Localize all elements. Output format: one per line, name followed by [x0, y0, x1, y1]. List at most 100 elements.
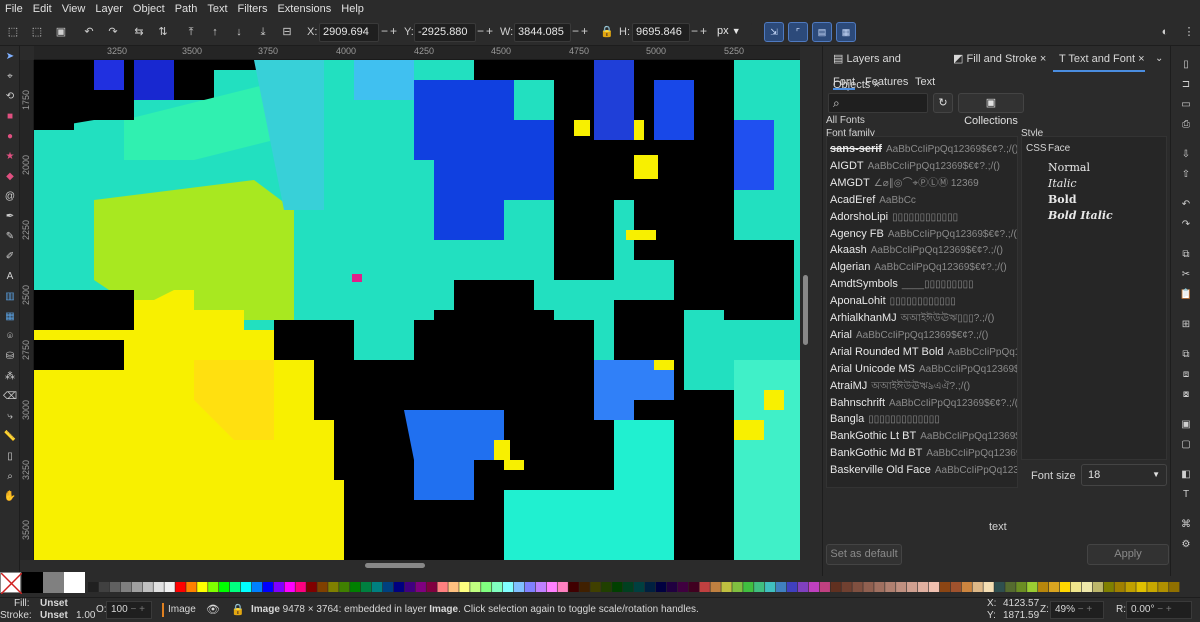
color-swatch[interactable]	[1125, 582, 1136, 592]
color-swatch[interactable]	[677, 582, 688, 592]
measure-tool-icon[interactable]: 📏	[3, 430, 17, 444]
color-swatch[interactable]	[208, 582, 219, 592]
rotation-field[interactable]: 0.00° − +	[1126, 601, 1192, 619]
color-swatch[interactable]	[142, 582, 153, 592]
color-swatch[interactable]	[939, 582, 951, 592]
export-icon[interactable]: ⇧	[1179, 168, 1193, 182]
color-swatch[interactable]	[983, 582, 994, 592]
x-decrement-button[interactable]: −	[381, 24, 388, 38]
color-swatch[interactable]	[382, 582, 394, 592]
color-swatch[interactable]	[623, 582, 634, 592]
color-swatch[interactable]	[229, 582, 241, 592]
color-swatch[interactable]	[513, 582, 525, 592]
color-swatch[interactable]	[284, 582, 295, 592]
no-paint-swatch[interactable]	[0, 572, 23, 595]
color-swatch[interactable]	[732, 582, 743, 592]
font-list-item[interactable]: Bangla ▯▯▯▯▯▯▯▯▯▯▯▯▯	[830, 411, 940, 428]
scale-corners-button[interactable]: ⌜	[788, 22, 808, 42]
height-field[interactable]: 9695.846	[632, 23, 690, 42]
pencil-tool-icon[interactable]: ✎	[3, 230, 17, 244]
subtab-font[interactable]: Font	[833, 74, 856, 90]
chevron-down-icon[interactable]: ⌄	[1155, 53, 1163, 64]
vertical-scroll-thumb[interactable]	[803, 275, 808, 345]
menu-help[interactable]: Help	[336, 0, 369, 19]
color-swatch[interactable]	[262, 582, 274, 592]
canvas[interactable]	[34, 60, 800, 560]
color-swatch[interactable]	[371, 582, 383, 592]
color-swatch[interactable]	[754, 582, 765, 592]
color-swatch[interactable]	[765, 582, 776, 592]
paste-icon[interactable]: 📋	[1179, 288, 1193, 302]
gradient-tool-icon[interactable]: ▥	[3, 290, 17, 304]
subtab-text[interactable]: Text	[915, 74, 935, 90]
color-swatch[interactable]	[295, 582, 306, 592]
pan-tool-icon[interactable]: ✋	[3, 490, 17, 504]
zoom-tool-icon[interactable]: ⌕	[3, 470, 17, 484]
style-normal[interactable]: Normal	[1048, 161, 1090, 174]
color-swatch[interactable]	[219, 582, 230, 592]
color-swatch[interactable]	[502, 582, 514, 592]
dropper-tool-icon[interactable]: ⌾	[3, 330, 17, 344]
font-list-item[interactable]: Bahnschrift AaBbCcIiPpQq12369$€¢?.;/()	[830, 395, 1017, 412]
color-swatch[interactable]	[88, 582, 99, 592]
pages-tool-icon[interactable]: ▯	[3, 450, 17, 464]
menu-layer[interactable]: Layer	[90, 0, 128, 19]
color-swatch[interactable]	[699, 582, 710, 592]
color-swatch[interactable]	[492, 582, 503, 592]
font-style-list[interactable]: CSS Face Normal Italic Bold Bold Italic	[1021, 136, 1167, 460]
raise-to-top-icon[interactable]: ⤒	[184, 25, 198, 39]
rectangle-tool-icon[interactable]: ■	[3, 110, 17, 124]
stroke-width[interactable]: 1.00	[76, 610, 95, 621]
color-swatch[interactable]	[448, 582, 459, 592]
color-swatch[interactable]	[907, 582, 918, 592]
text-tool-icon[interactable]: A	[3, 270, 17, 284]
font-list-item[interactable]: Agency FB AaBbCcIiPpQq12369$€¢?.;/()	[830, 226, 1017, 243]
move-patterns-button[interactable]: ▦	[836, 22, 856, 42]
color-swatch[interactable]	[721, 582, 732, 592]
color-swatch[interactable]	[317, 582, 328, 592]
font-list-item[interactable]: BankGothic Lt BTAaBbCcIiPpQq12369$€¢?.;/	[830, 428, 1017, 445]
subtab-features[interactable]: Features	[865, 74, 908, 90]
stroke-value[interactable]: Unset	[40, 610, 68, 621]
color-swatch[interactable]	[1005, 582, 1016, 592]
flip-horizontal-icon[interactable]: ⇆	[132, 25, 146, 39]
pen-tool-icon[interactable]: ✒	[3, 210, 17, 224]
color-swatch[interactable]	[557, 582, 568, 592]
h-increment-button[interactable]: +	[700, 24, 707, 38]
color-swatch[interactable]	[775, 582, 787, 592]
group-icon[interactable]: ▣	[1179, 418, 1193, 432]
font-list-item[interactable]: Baskerville Old FaceAaBbCcIiPpQq12369$€¢…	[830, 462, 1017, 479]
color-swatch[interactable]	[426, 582, 437, 592]
save-icon[interactable]: ▭	[1179, 98, 1193, 112]
w-decrement-button[interactable]: −	[572, 24, 579, 38]
font-search-input[interactable]: ⌕	[828, 93, 928, 113]
font-list-item[interactable]: sans-serif AaBbCcIiPpQq12369$€¢?.;/()	[830, 141, 1017, 158]
print-icon[interactable]: ⎙	[1179, 118, 1193, 132]
color-swatch[interactable]	[896, 582, 907, 592]
clone-icon[interactable]: ⧈	[1179, 368, 1193, 382]
lower-to-bottom-icon[interactable]: ⤓	[256, 25, 270, 39]
apply-button[interactable]: Apply	[1087, 544, 1169, 565]
color-swatch[interactable]	[688, 582, 699, 592]
color-swatch[interactable]	[743, 582, 754, 592]
w-increment-button[interactable]: +	[581, 24, 588, 38]
menu-file[interactable]: File	[0, 0, 28, 19]
mesh-tool-icon[interactable]: ▦	[3, 310, 17, 324]
color-swatch[interactable]	[928, 582, 940, 592]
font-list-item[interactable]: Arial Unicode MSAaBbCcIiPpQq12369$€¢?.	[830, 361, 1017, 378]
redo-icon[interactable]: ↷	[1179, 218, 1193, 232]
node-tool-icon[interactable]: ⌖	[3, 70, 17, 84]
font-family-list[interactable]: sans-serif AaBbCcIiPpQq12369$€¢?.;/() AIGD…	[826, 136, 1018, 488]
color-swatch[interactable]	[1048, 582, 1060, 592]
color-swatch[interactable]	[164, 582, 175, 592]
color-swatch[interactable]	[153, 582, 164, 592]
duplicate-icon[interactable]: ⧉	[1179, 348, 1193, 362]
lock-ratio-icon[interactable]: 🔒	[600, 25, 614, 39]
snap-icon[interactable]: ◐	[1158, 25, 1172, 39]
visibility-icon[interactable]: 👁	[206, 603, 220, 616]
style-bold-italic[interactable]: Bold Italic	[1048, 209, 1113, 222]
eraser-tool-icon[interactable]: ⌫	[3, 390, 17, 404]
menu-text[interactable]: Text	[202, 0, 232, 19]
font-size-select[interactable]: 18 ▼	[1081, 464, 1167, 486]
tab-fill-stroke[interactable]: ◩ Fill and Stroke ×	[947, 46, 1051, 72]
